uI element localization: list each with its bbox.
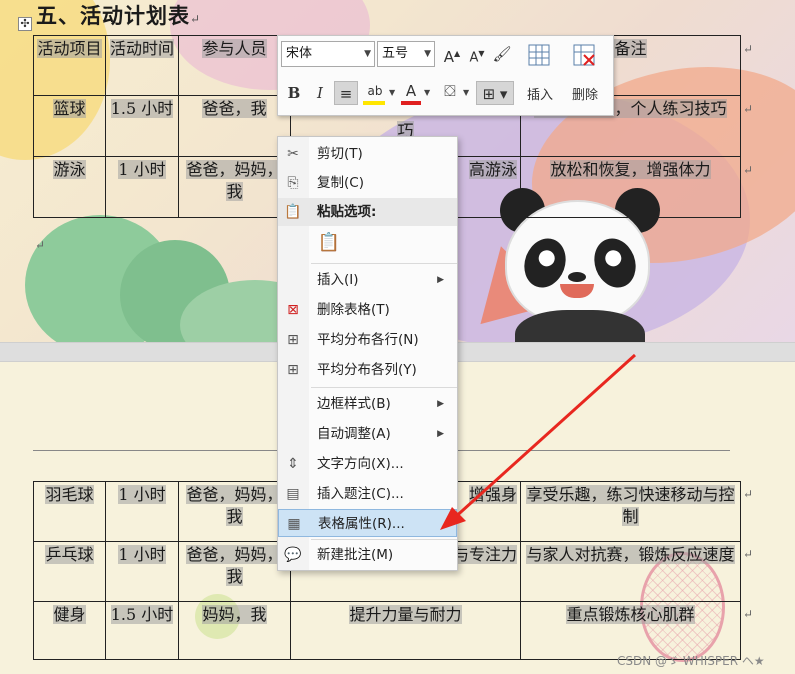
delete-table-icon [573, 44, 595, 66]
shrink-font-button[interactable]: A▼ [465, 42, 489, 66]
menu-item-delete-table[interactable]: ⊠ 删除表格(T) [278, 296, 457, 324]
table-properties-icon: ▦ [287, 516, 301, 532]
context-menu: ✂ 剪切(T) ⎘ 复制(C) 📋 粘贴选项: 📋 插入(I) ▶ ⊠ 删除表格… [277, 136, 458, 571]
highlight-icon: ab [367, 84, 383, 98]
row-end-mark: ↵ [743, 547, 754, 561]
table-header-cell[interactable]: 活动项目 [33, 35, 106, 96]
floating-mini-toolbar: 宋体 ▼ 五号 ▼ A▲ A▼ 🖌 B I ≡ ab ▼ A ▼ ⛋ ▼ ⊞ ▾ 插… [277, 35, 614, 116]
section-heading: 五、活动计划表↵ [36, 0, 201, 30]
row-end-mark: ↵ [743, 163, 754, 177]
highlight-color-swatch [363, 101, 385, 105]
table-header-cell[interactable]: 参与人员 [178, 35, 291, 96]
table-move-handle[interactable]: ✣ [18, 17, 32, 31]
table-cell[interactable]: 爸爸，我 [178, 95, 291, 157]
table-cell[interactable]: 爸爸，妈妈，我 [178, 156, 291, 218]
insert-label: 插入 [526, 88, 553, 103]
menu-paste-options-header: 📋 粘贴选项: [278, 198, 457, 226]
font-color-button[interactable]: A [399, 79, 423, 105]
menu-item-border-styles[interactable]: 边框样式(B) ▶ [278, 390, 457, 418]
chevron-down-icon: ▼ [364, 49, 371, 59]
highlight-button[interactable]: ab [361, 79, 389, 105]
menu-separator [311, 539, 457, 540]
menu-separator [311, 387, 457, 388]
table-cell[interactable]: 游泳 [33, 156, 106, 218]
grow-font-button[interactable]: A▲ [440, 42, 464, 66]
table-header-cell[interactable]: 活动时间 [105, 35, 179, 96]
delete-table-button[interactable]: 删除 [563, 40, 607, 112]
font-size-value: 五号 [382, 46, 409, 61]
menu-item-table-properties[interactable]: ▦ 表格属性(R)... [278, 509, 457, 537]
font-name-dropdown[interactable]: 宋体 ▼ [281, 41, 375, 67]
row-end-mark: ↵ [743, 487, 754, 501]
paste-keep-formatting-icon[interactable]: 📋 [317, 231, 341, 255]
copy-icon: ⎘ [287, 175, 299, 191]
table-cell[interactable]: 重点锻炼核心肌群 [520, 601, 741, 660]
distribute-rows-icon: ⊞ [287, 332, 299, 348]
submenu-arrow-icon: ▶ [437, 399, 444, 409]
borders-button[interactable]: ⊞ ▾ [476, 81, 514, 105]
menu-item-distribute-rows[interactable]: ⊞ 平均分布各行(N) [278, 326, 457, 354]
italic-button[interactable]: I [308, 81, 332, 105]
menu-item-text-direction[interactable]: ⇕ 文字方向(X)... [278, 450, 457, 478]
caption-icon: ▤ [286, 486, 300, 502]
shading-button[interactable]: ⛋ [438, 79, 462, 103]
font-color-swatch [401, 101, 421, 105]
chevron-down-icon[interactable]: ▼ [389, 88, 395, 97]
submenu-arrow-icon: ▶ [437, 275, 444, 285]
center-align-button[interactable]: ≡ [334, 81, 358, 105]
menu-item-insert-caption[interactable]: ▤ 插入题注(C)... [278, 480, 457, 508]
delete-table-icon: ⊠ [287, 302, 299, 318]
distribute-columns-icon: ⊞ [287, 362, 299, 378]
table-cell[interactable]: 爸爸，妈妈，我 [178, 481, 291, 542]
row-end-mark: ↵ [743, 607, 754, 621]
menu-separator [311, 263, 457, 264]
font-name-value: 宋体 [286, 46, 313, 61]
table-cell[interactable]: 1 小时 [105, 156, 179, 218]
heading-text: 五、活动计划表 [36, 3, 190, 28]
table-cell[interactable]: 放松和恢复，增强体力 [520, 156, 741, 218]
table-cell[interactable]: 篮球 [33, 95, 106, 157]
menu-item-copy[interactable]: ⎘ 复制(C) [278, 169, 457, 197]
table-cell[interactable]: 健身 [33, 601, 106, 660]
border-grid-icon: ⊞ ▾ [482, 85, 508, 103]
table-cell[interactable]: 1 小时 [105, 481, 179, 542]
table-cell[interactable]: 1.5 小时 [105, 601, 179, 660]
menu-item-insert[interactable]: 插入(I) ▶ [278, 266, 457, 294]
delete-label: 删除 [571, 88, 598, 103]
table-cell[interactable]: 乒乓球 [33, 541, 106, 602]
submenu-arrow-icon: ▶ [437, 429, 444, 439]
table-cell[interactable]: 1.5 小时 [105, 95, 179, 157]
comment-icon: 💬 [284, 547, 302, 563]
bold-button[interactable]: B [282, 81, 306, 105]
insert-table-button[interactable]: 插入 [518, 40, 562, 112]
table-cell[interactable]: 与家人对抗赛，锻炼反应速度 [520, 541, 741, 602]
paint-bucket-icon: ⛋ [444, 82, 456, 100]
paragraph-mark: ↵ [190, 12, 202, 26]
chevron-down-icon[interactable]: ▼ [424, 88, 430, 97]
chevron-down-icon: ▼ [424, 49, 431, 59]
font-color-icon: A [405, 82, 417, 100]
menu-item-cut[interactable]: ✂ 剪切(T) [278, 140, 457, 168]
table-cell[interactable]: 享受乐趣，练习快速移动与控制 [520, 481, 741, 542]
table-cell[interactable]: 妈妈，我 [178, 601, 291, 660]
scissors-icon: ✂ [287, 146, 299, 162]
table-cell[interactable]: 1 小时 [105, 541, 179, 602]
menu-item-new-comment[interactable]: 💬 新建批注(M) [278, 541, 457, 569]
format-painter-icon: 🖌 [492, 45, 512, 63]
insert-table-icon [528, 44, 550, 66]
table-cell[interactable]: 爸爸，妈妈，我 [178, 541, 291, 602]
paste-icon: 📋 [284, 204, 302, 220]
menu-item-distribute-columns[interactable]: ⊞ 平均分布各列(Y) [278, 356, 457, 384]
row-end-mark: ↵ [743, 42, 754, 56]
font-size-dropdown[interactable]: 五号 ▼ [377, 41, 435, 67]
text-direction-icon: ⇕ [287, 456, 299, 472]
paragraph-mark: ↵ [35, 238, 46, 252]
watermark: CSDN @ゞ WHISPER ヘ★ [617, 654, 765, 668]
table-cell[interactable]: 提升力量与耐力 [290, 601, 521, 660]
table-cell[interactable]: 羽毛球 [33, 481, 106, 542]
chevron-down-icon[interactable]: ▼ [463, 88, 469, 97]
menu-item-autofit[interactable]: 自动调整(A) ▶ [278, 420, 457, 448]
format-painter-button[interactable]: 🖌 [490, 42, 514, 66]
row-end-mark: ↵ [743, 102, 754, 116]
